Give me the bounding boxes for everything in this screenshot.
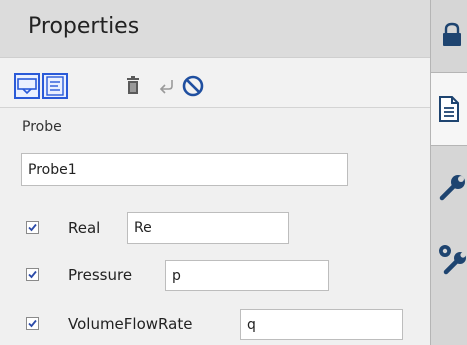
probe-name-input[interactable] — [21, 153, 348, 186]
side-tab-lock[interactable] — [431, 0, 467, 72]
document-view-button[interactable] — [42, 73, 68, 99]
volumeflowrate-checkbox[interactable] — [26, 317, 39, 330]
side-tab-strip — [430, 0, 467, 345]
volumeflowrate-value-input[interactable] — [240, 309, 403, 340]
side-tab-wrench[interactable] — [431, 146, 467, 224]
trash-icon — [127, 76, 139, 94]
variable-row-pressure: Pressure — [0, 258, 430, 292]
variable-row-real: Real — [0, 211, 430, 245]
properties-content: Probe Real Pressure — [0, 108, 430, 345]
real-label: Real — [68, 219, 101, 237]
document-view-icon — [46, 76, 64, 96]
wrench-icon — [439, 175, 465, 201]
checkmark-icon — [28, 319, 37, 328]
delete-button[interactable] — [120, 73, 146, 99]
panel-header: Properties — [0, 0, 430, 58]
prohibited-icon — [182, 75, 204, 97]
comment-view-icon — [17, 78, 37, 95]
checkmark-icon — [28, 270, 37, 279]
properties-window: Properties Probe Probe1 Real Re Pressure… — [0, 0, 467, 345]
panel-title: Properties — [28, 14, 140, 39]
real-checkbox[interactable] — [26, 221, 39, 234]
checkmark-icon — [28, 223, 37, 232]
properties-panel: Properties Probe Probe1 Real Re Pressure… — [0, 0, 430, 345]
probe-section-label: Probe — [22, 119, 62, 135]
pressure-value-input[interactable] — [165, 260, 329, 291]
document-icon — [439, 96, 459, 122]
settings-wrench-icon — [439, 245, 466, 275]
undo-button[interactable] — [154, 73, 180, 99]
disable-button[interactable] — [180, 73, 206, 99]
real-value-input[interactable] — [127, 212, 289, 244]
lock-icon — [443, 22, 461, 46]
toolbar — [0, 58, 430, 108]
variable-row-volumeflowrate: VolumeFlowRate — [0, 307, 430, 341]
pressure-label: Pressure — [68, 266, 133, 284]
return-arrow-icon — [159, 80, 173, 94]
side-tab-document[interactable] — [431, 72, 467, 146]
volumeflowrate-label: VolumeFlowRate — [68, 315, 193, 333]
side-tab-settings[interactable] — [431, 224, 467, 304]
comment-view-button[interactable] — [14, 73, 40, 99]
pressure-checkbox[interactable] — [26, 268, 39, 281]
